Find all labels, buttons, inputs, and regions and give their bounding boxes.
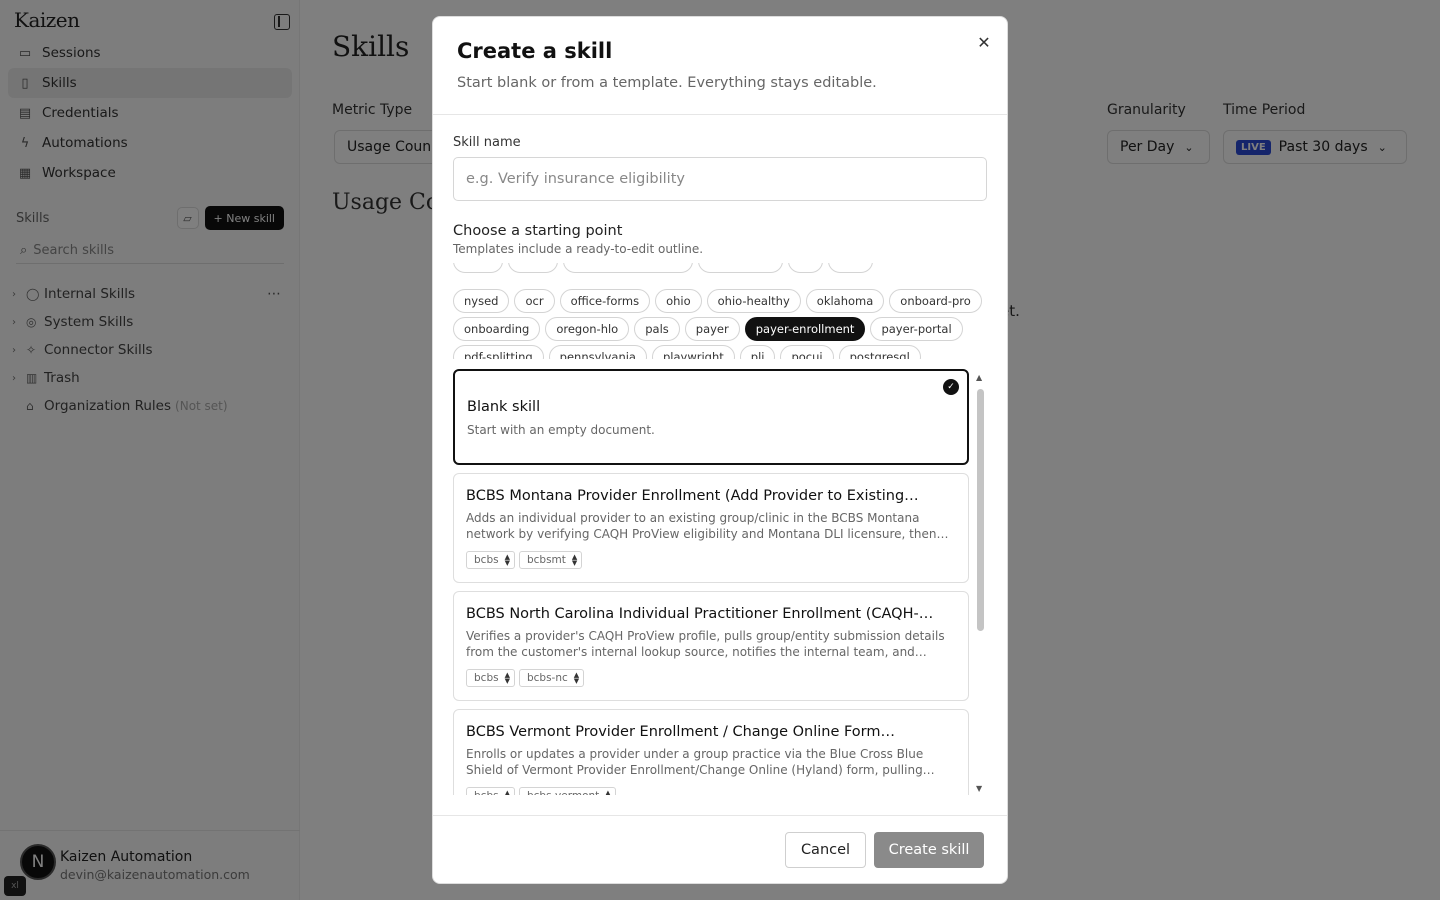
dialog-header: Create a skill Start blank or from a tem…: [433, 17, 1007, 115]
template-tag[interactable]: bcbs▲▼: [466, 551, 515, 569]
tag-chip-hidden[interactable]: [828, 263, 873, 273]
template-title: Blank skill: [467, 399, 541, 415]
stepper-icon: ▲▼: [573, 671, 580, 685]
stepper-icon: ▲▼: [504, 789, 510, 796]
tag-chip-hidden[interactable]: [698, 263, 783, 273]
template-title: BCBS North Carolina Individual Practitio…: [466, 606, 934, 622]
tag-chip-hidden[interactable]: [788, 263, 823, 273]
template-tag[interactable]: bcbs-nc ▲ ▼: [518, 669, 585, 687]
tag-row: pdf-splitting pennsylvania playwright pl…: [453, 345, 926, 359]
template-card[interactable]: BCBS North Carolina Individual Practitio…: [453, 591, 969, 701]
tag-row: nysed ocr office-forms ohio ohio-healthy…: [453, 289, 983, 313]
tag-chip[interactable]: postgresql: [838, 345, 921, 359]
stepper-icon: ▲▼: [571, 553, 578, 567]
tag-chip[interactable]: ohio-healthy: [706, 289, 801, 313]
create-skill-button[interactable]: Create skill: [874, 832, 984, 868]
template-card[interactable]: BCBS Vermont Provider Enrollment / Chang…: [453, 709, 969, 795]
check-icon: ✓: [943, 379, 959, 395]
tag-chip[interactable]: payer-portal: [870, 317, 963, 341]
tag-chip[interactable]: ohio: [655, 289, 702, 313]
tag-chip[interactable]: pdf-splitting: [453, 345, 544, 359]
tag-chip[interactable]: playwright: [651, 345, 735, 359]
starting-point-title: Choose a starting point: [453, 223, 623, 239]
tag-chip[interactable]: pli: [739, 345, 776, 359]
template-tags: bcbs▲▼ bcbs-vermont▲▼: [466, 787, 620, 795]
tag-chip-selected[interactable]: payer-enrollment: [744, 317, 866, 341]
skill-name-input[interactable]: [453, 157, 987, 201]
template-tag[interactable]: bcbs▲▼: [466, 787, 515, 795]
template-tag-filter: nysed ocr office-forms ohio ohio-healthy…: [453, 263, 983, 359]
template-tag[interactable]: bcbs▲▼: [466, 669, 515, 687]
template-description: Enrolls or updates a provider under a gr…: [466, 747, 935, 777]
tag-chip[interactable]: oregon-hlo: [545, 317, 630, 341]
skill-name-label: Skill name: [453, 135, 521, 150]
tag-row: onboarding oregon-hlo pals payer payer-e…: [453, 317, 968, 341]
tag-chip[interactable]: oklahoma: [805, 289, 885, 313]
create-skill-dialog: Create a skill Start blank or from a tem…: [432, 16, 1008, 884]
tag-chip-hidden[interactable]: [563, 263, 693, 273]
template-card-blank[interactable]: Blank skill Start with an empty document…: [453, 369, 969, 465]
dialog-footer: Cancel Create skill: [433, 815, 1007, 883]
tag-chip-hidden[interactable]: [453, 263, 503, 273]
template-description: Start with an empty document.: [467, 423, 655, 437]
template-tag[interactable]: bcbsmt ▲ ▼: [518, 551, 583, 569]
tag-chip[interactable]: payer: [684, 317, 740, 341]
cancel-button[interactable]: Cancel: [785, 832, 866, 868]
stepper-icon: ▲▼: [605, 789, 611, 796]
scroll-down-icon[interactable]: ▼: [976, 784, 982, 793]
template-description: Adds an individual provider to an existi…: [466, 511, 949, 541]
tag-chip[interactable]: ocr: [514, 289, 555, 313]
template-list: Blank skill Start with an empty document…: [453, 369, 969, 795]
tag-chip[interactable]: office-forms: [559, 289, 651, 313]
template-tags: bcbs ▲ ▼ bcbsmt ▲ ▼: [466, 551, 586, 569]
template-card[interactable]: BCBS Montana Provider Enrollment (Add Pr…: [453, 473, 969, 583]
dialog-subtitle: Start blank or from a template. Everythi…: [457, 75, 877, 91]
tag-chip-hidden[interactable]: [508, 263, 558, 273]
scroll-up-icon[interactable]: ▲: [976, 373, 982, 382]
tag-chip[interactable]: onboarding: [453, 317, 541, 341]
template-tags: bcbs ▲ ▼ bcbs-nc ▲ ▼: [466, 669, 588, 687]
template-description: Verifies a provider's CAQH ProView profi…: [466, 629, 945, 659]
dialog-title: Create a skill: [457, 39, 613, 63]
stepper-icon: ▲▼: [504, 671, 510, 685]
tag-chip[interactable]: nysed: [453, 289, 510, 313]
template-scrollbar[interactable]: ▲ ▼: [975, 373, 985, 793]
close-icon: ✕: [977, 32, 991, 52]
template-tag[interactable]: bcbs-vermont▲▼: [518, 787, 616, 796]
tag-row-partial-top: [453, 263, 878, 273]
template-title: BCBS Montana Provider Enrollment (Add Pr…: [466, 488, 919, 504]
tag-chip[interactable]: pocui: [780, 345, 834, 359]
tag-chip[interactable]: onboard-pro: [889, 289, 982, 313]
stepper-icon: ▲▼: [504, 553, 510, 567]
scrollbar-thumb[interactable]: [977, 389, 984, 631]
template-title: BCBS Vermont Provider Enrollment / Chang…: [466, 724, 896, 740]
tag-chip[interactable]: pals: [634, 317, 680, 341]
tag-chip[interactable]: pennsylvania: [548, 345, 647, 359]
close-button[interactable]: ✕: [973, 31, 995, 53]
starting-point-subtitle: Templates include a ready-to-edit outlin…: [453, 242, 704, 256]
